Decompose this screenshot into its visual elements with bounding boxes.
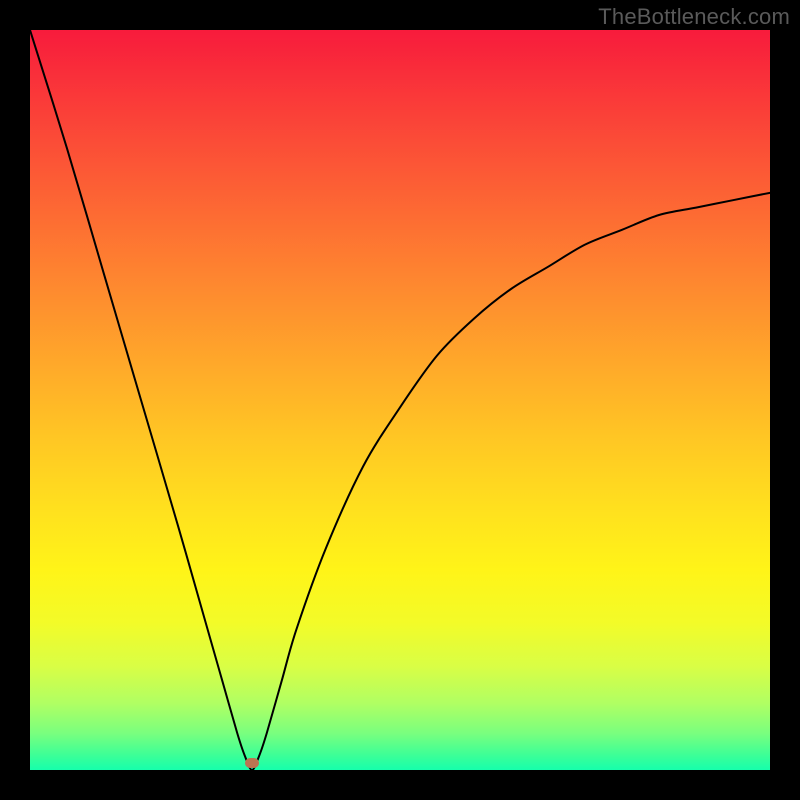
- bottleneck-curve: [30, 30, 770, 770]
- chart-frame: TheBottleneck.com: [0, 0, 800, 800]
- optimum-marker: [245, 758, 259, 768]
- watermark-text: TheBottleneck.com: [598, 4, 790, 30]
- curve-svg: [30, 30, 770, 770]
- plot-area: [30, 30, 770, 770]
